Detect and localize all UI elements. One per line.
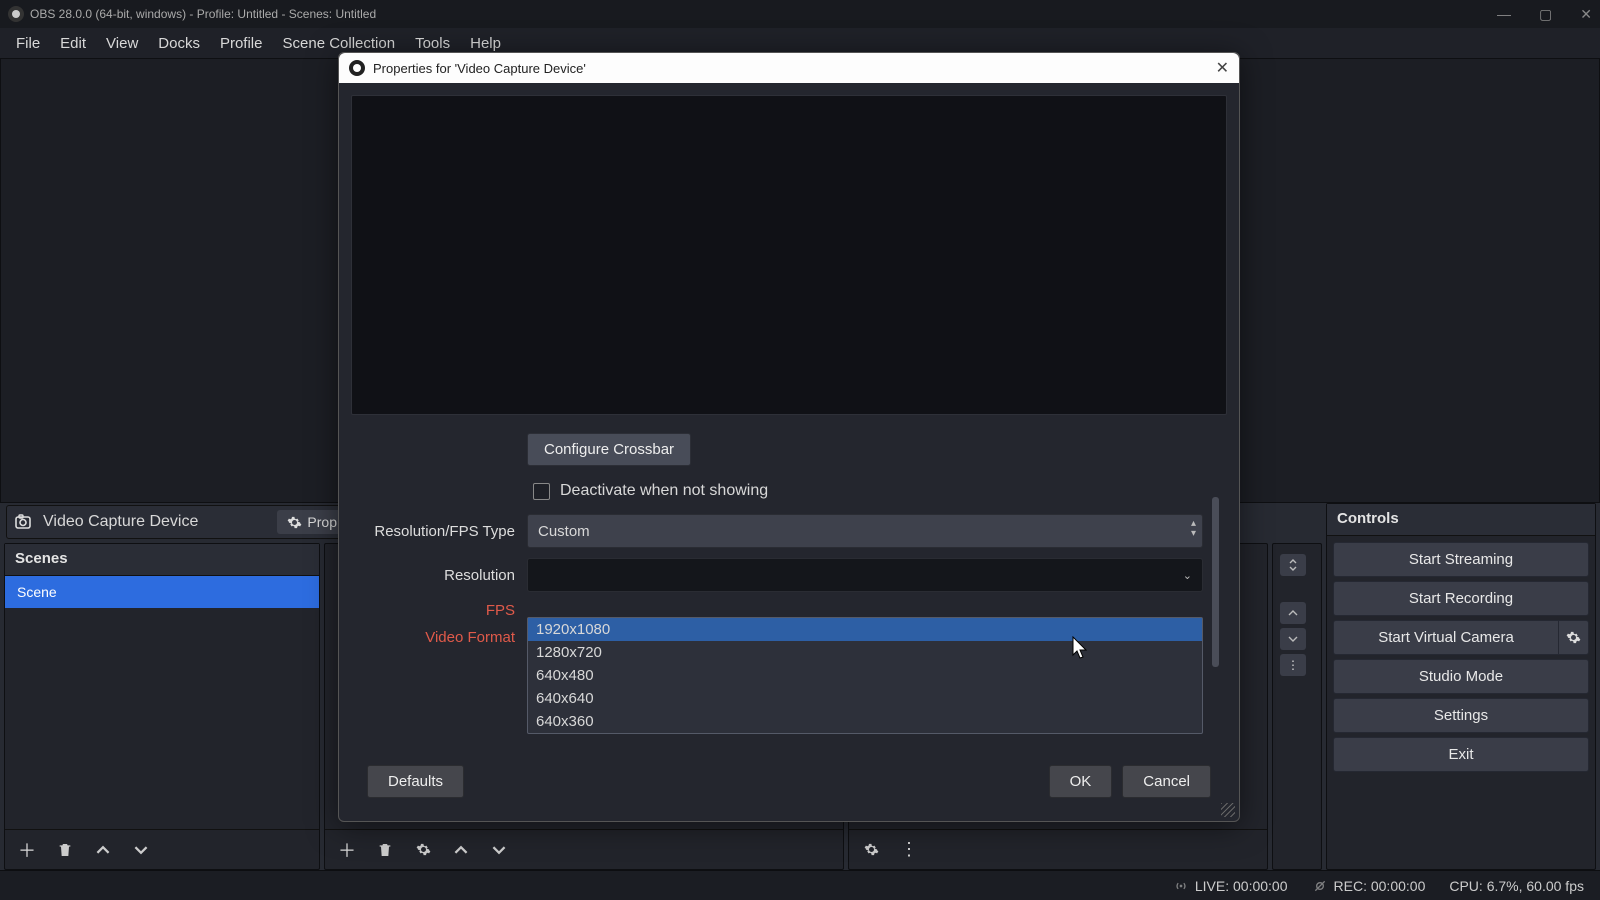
add-source-button[interactable]: ＋ <box>333 836 361 864</box>
scene-down-button[interactable] <box>127 836 155 864</box>
resolution-label: Resolution <box>357 567 527 584</box>
transition-menu-button[interactable]: ⋮ <box>1280 654 1306 676</box>
start-virtual-camera-button[interactable]: Start Virtual Camera <box>1333 620 1589 655</box>
menu-view[interactable]: View <box>96 31 148 56</box>
remove-scene-button[interactable] <box>51 836 79 864</box>
minimize-icon[interactable]: — <box>1497 6 1511 23</box>
scene-item[interactable]: Scene <box>5 576 319 608</box>
window-title-text: OBS 28.0.0 (64-bit, windows) - Profile: … <box>30 7 376 21</box>
dialog-title-text: Properties for 'Video Capture Device' <box>373 61 586 76</box>
status-live: LIVE: 00:00:00 <box>1173 878 1288 894</box>
app-icon <box>349 60 365 76</box>
start-streaming-button[interactable]: Start Streaming <box>1333 542 1589 577</box>
resolution-option[interactable]: 1280x720 <box>528 641 1202 664</box>
scenes-panel: Scenes Scene ＋ <box>4 543 320 870</box>
start-recording-button[interactable]: Start Recording <box>1333 581 1589 616</box>
mixer-settings-button[interactable] <box>857 836 885 864</box>
source-down-button[interactable] <box>485 836 513 864</box>
sources-toolbar: ＋ <box>325 829 843 869</box>
fps-label: FPS <box>357 602 527 619</box>
resolution-option[interactable]: 640x360 <box>528 710 1202 733</box>
menu-edit[interactable]: Edit <box>50 31 96 56</box>
source-item-bar[interactable]: Video Capture Device Prop <box>6 505 356 539</box>
source-properties-button[interactable] <box>409 836 437 864</box>
duration-down-button[interactable] <box>1280 628 1306 650</box>
mixer-menu-button[interactable]: ⋮ <box>895 836 923 864</box>
resolution-type-select[interactable]: Custom ▴▾ <box>527 514 1203 548</box>
resolution-type-label: Resolution/FPS Type <box>357 523 527 540</box>
device-preview <box>351 95 1227 415</box>
settings-button[interactable]: Settings <box>1333 698 1589 733</box>
chevron-down-icon: ⌄ <box>1183 569 1192 582</box>
resolution-option[interactable]: 640x480 <box>528 664 1202 687</box>
resize-grip[interactable] <box>1221 803 1235 817</box>
status-rec: REC: 00:00:00 <box>1312 878 1426 894</box>
status-bar: LIVE: 00:00:00 REC: 00:00:00 CPU: 6.7%, … <box>0 870 1600 900</box>
dialog-close-button[interactable]: ✕ <box>1216 58 1229 78</box>
vcam-settings-button[interactable] <box>1558 621 1588 654</box>
resolution-select[interactable]: ⌄ <box>527 558 1203 592</box>
add-scene-button[interactable]: ＋ <box>13 836 41 864</box>
deactivate-checkbox[interactable] <box>533 483 550 500</box>
resolution-option[interactable]: 640x640 <box>528 687 1202 710</box>
duration-up-button[interactable] <box>1280 602 1306 624</box>
studio-mode-button[interactable]: Studio Mode <box>1333 659 1589 694</box>
resolution-option[interactable]: 1920x1080 <box>528 618 1202 641</box>
menu-docks[interactable]: Docks <box>148 31 210 56</box>
camera-icon <box>15 514 35 530</box>
spin-icon: ▴▾ <box>1191 519 1196 539</box>
cancel-button[interactable]: Cancel <box>1122 765 1211 798</box>
properties-button[interactable]: Prop <box>277 510 347 534</box>
properties-dialog: Properties for 'Video Capture Device' ✕ … <box>338 52 1240 822</box>
scenes-header: Scenes <box>5 544 319 576</box>
resolution-dropdown: 1920x1080 1280x720 640x480 640x640 640x3… <box>527 617 1203 734</box>
start-vcam-label: Start Virtual Camera <box>1338 629 1554 646</box>
window-titlebar: OBS 28.0.0 (64-bit, windows) - Profile: … <box>0 0 1600 28</box>
transitions-panel: ⋮ <box>1272 543 1322 870</box>
source-up-button[interactable] <box>447 836 475 864</box>
dialog-scrollbar[interactable] <box>1212 497 1219 667</box>
menu-profile[interactable]: Profile <box>210 31 273 56</box>
app-icon <box>8 6 24 22</box>
resolution-type-value: Custom <box>538 523 590 540</box>
status-cpu: CPU: 6.7%, 60.00 fps <box>1449 878 1584 894</box>
transition-spin-button[interactable] <box>1280 554 1306 576</box>
defaults-button[interactable]: Defaults <box>367 765 464 798</box>
properties-button-label: Prop <box>307 514 337 530</box>
scenes-toolbar: ＋ <box>5 829 319 869</box>
controls-header: Controls <box>1327 504 1595 536</box>
maximize-icon[interactable]: ▢ <box>1539 6 1552 23</box>
gear-icon <box>287 515 302 530</box>
record-icon <box>1312 878 1328 894</box>
broadcast-icon <box>1173 878 1189 894</box>
configure-crossbar-button[interactable]: Configure Crossbar <box>527 433 691 466</box>
close-window-icon[interactable]: ✕ <box>1580 6 1592 23</box>
deactivate-label: Deactivate when not showing <box>560 482 768 500</box>
exit-button[interactable]: Exit <box>1333 737 1589 772</box>
scene-up-button[interactable] <box>89 836 117 864</box>
remove-source-button[interactable] <box>371 836 399 864</box>
video-format-label: Video Format <box>357 629 527 646</box>
controls-panel: Controls Start Streaming Start Recording… <box>1326 503 1596 870</box>
menu-file[interactable]: File <box>6 31 50 56</box>
dialog-titlebar[interactable]: Properties for 'Video Capture Device' ✕ <box>339 53 1239 83</box>
mixer-toolbar: ⋮ <box>849 829 1267 869</box>
source-item-label: Video Capture Device <box>43 513 198 531</box>
ok-button[interactable]: OK <box>1049 765 1113 798</box>
